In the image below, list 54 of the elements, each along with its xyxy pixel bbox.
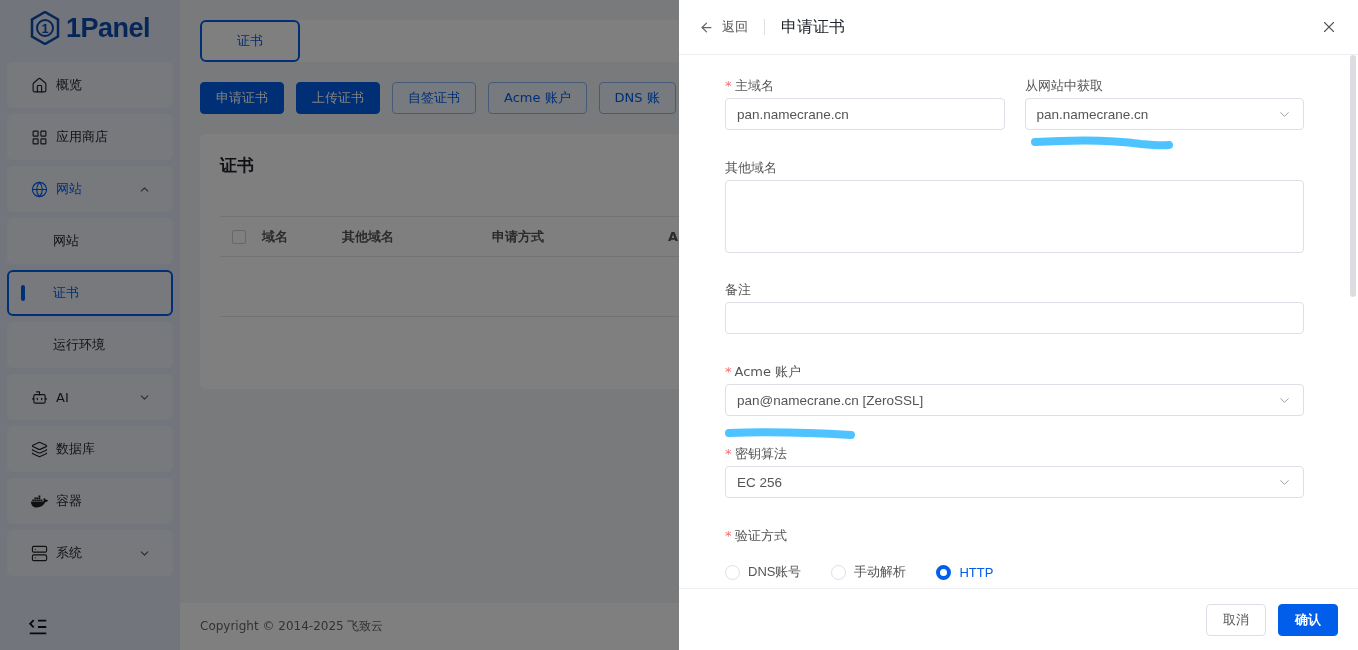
input-field[interactable]: pan.namecrane.cn: [725, 98, 1005, 130]
field-label: * 密钥算法: [725, 445, 788, 463]
textarea-field[interactable]: [725, 180, 1304, 253]
sidebar-item[interactable]: 应用商店: [7, 114, 173, 160]
sidebar-item[interactable]: 数据库: [7, 426, 173, 472]
toolbar-button[interactable]: 上传证书: [296, 82, 380, 114]
sidebar-item[interactable]: 系统: [7, 530, 173, 576]
back-button[interactable]: 返回: [699, 19, 765, 35]
grid-icon: [31, 128, 48, 146]
sidebar-item[interactable]: 网站: [7, 166, 173, 212]
radio-option[interactable]: 手动解析: [831, 563, 907, 581]
selection-bar: [21, 285, 25, 301]
column-header: A: [668, 229, 679, 244]
field-label: 其他域名: [725, 159, 778, 177]
select-field[interactable]: EC 256: [725, 466, 1304, 498]
checkbox[interactable]: [232, 229, 246, 244]
globe-icon: [31, 180, 48, 198]
robot-icon: [31, 388, 48, 406]
field-label: * 验证方式: [725, 527, 788, 545]
toolbar-button[interactable]: DNS 账: [598, 82, 676, 114]
radio-option[interactable]: HTTP: [936, 564, 994, 580]
toolbar-button[interactable]: Acme 账户: [488, 82, 587, 114]
dialog-button[interactable]: 取消: [1206, 603, 1266, 636]
dialog-button[interactable]: 确认: [1278, 603, 1338, 636]
sidebar-subitem[interactable]: 运行环境: [7, 322, 173, 368]
home-icon: [31, 76, 48, 94]
column-header: 其他域名: [342, 227, 395, 246]
field-label: 备注: [725, 281, 752, 299]
radio-option[interactable]: DNS账号: [725, 563, 802, 581]
field-label: 从网站中获取: [1024, 77, 1104, 95]
server-icon: [31, 544, 48, 562]
sidebar-item[interactable]: AI: [7, 374, 173, 420]
toolbar-button[interactable]: 自签证书: [392, 82, 476, 114]
toolbar-button[interactable]: 申请证书: [200, 82, 284, 114]
tab[interactable]: 证书: [200, 20, 300, 62]
sidebar-subitem[interactable]: 证书: [7, 270, 173, 316]
field-label: * Acme 账户: [725, 363, 803, 381]
select-field[interactable]: pan.namecrane.cn: [1024, 98, 1304, 130]
column-header: 域名: [262, 227, 289, 246]
copyright-text: Copyright © 2014-2025 飞致云: [180, 603, 679, 650]
field-label: * 主域名: [725, 77, 775, 95]
layers-icon: [31, 440, 48, 458]
drawer-title: 申请证书: [780, 16, 846, 38]
scrollbar[interactable]: [1350, 55, 1356, 297]
sidebar-item[interactable]: 容器: [7, 478, 173, 524]
sidebar-subitem[interactable]: 网站: [7, 218, 173, 264]
select-field[interactable]: pan@namecrane.cn [ZeroSSL]: [725, 384, 1304, 416]
input-field[interactable]: [725, 302, 1304, 334]
logo-text: 1Panel: [65, 12, 151, 44]
card-title: 证书: [220, 154, 255, 177]
whale-icon: [31, 492, 48, 510]
logo-icon: 1: [29, 11, 60, 45]
sidebar-item[interactable]: 概览: [7, 62, 173, 108]
column-header: 申请方式: [492, 227, 545, 246]
